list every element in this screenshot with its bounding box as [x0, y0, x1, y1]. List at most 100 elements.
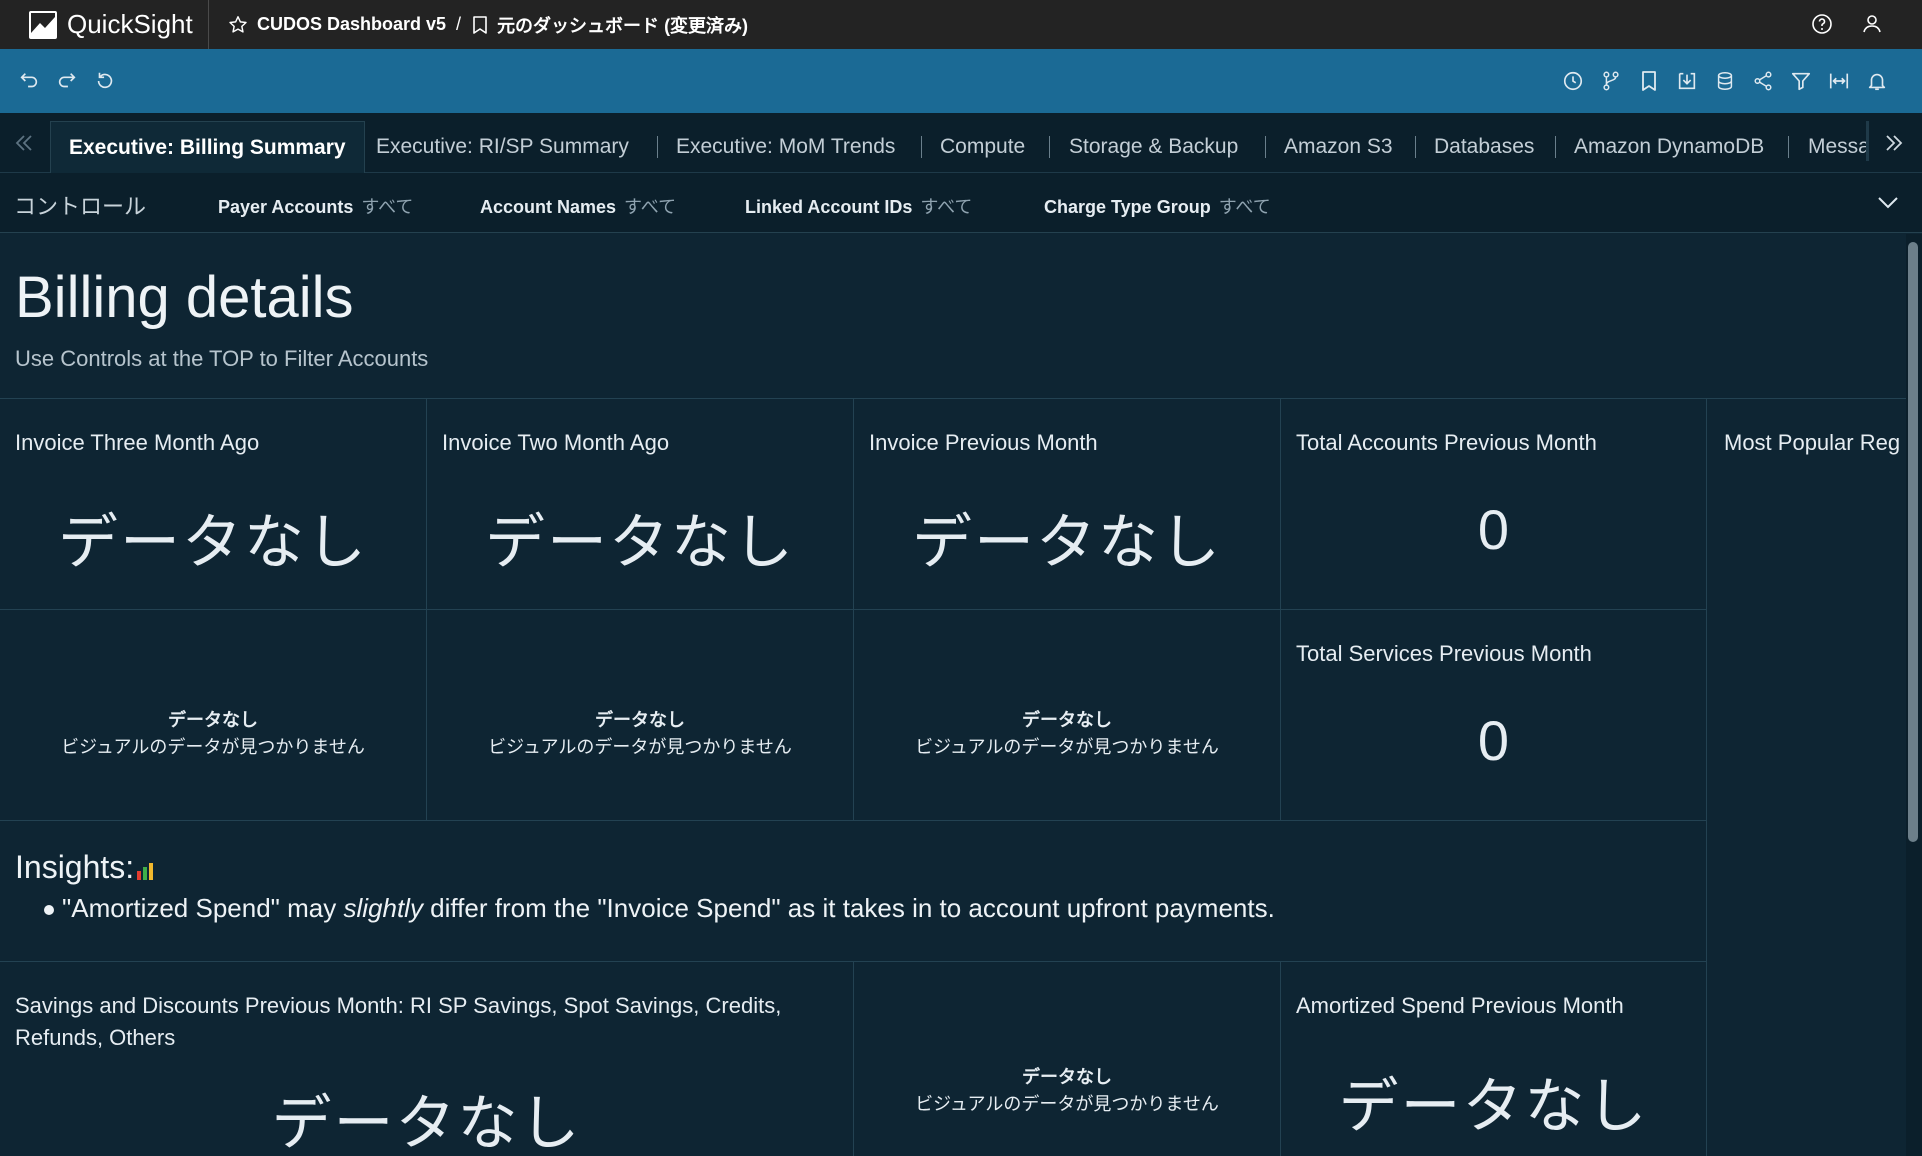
- breadcrumb: CUDOS Dashboard v5 / 元のダッシュボード (変更済み): [209, 12, 748, 38]
- user-icon[interactable]: [1860, 12, 1884, 36]
- kpi-value: 0: [1477, 709, 1510, 772]
- chart-invoice-two-month-ago[interactable]: データなし ビジュアルのデータが見つかりません: [427, 610, 854, 821]
- tab-compute[interactable]: Compute: [940, 121, 1025, 173]
- controls-bar: コントロール Payer Accounts すべて Account Names すべ…: [0, 173, 1922, 233]
- insights-emphasis: slightly: [343, 893, 423, 923]
- filter-icon[interactable]: [1790, 68, 1812, 94]
- kpi-value: データなし: [485, 509, 795, 576]
- tab-messaging[interactable]: Messa: [1808, 121, 1868, 173]
- no-data-text: ビジュアルのデータが見つかりません: [915, 1094, 1219, 1114]
- app-logo[interactable]: QuickSight: [0, 0, 209, 49]
- tab-amazon-s3[interactable]: Amazon S3: [1284, 121, 1393, 173]
- undo-icon[interactable]: [18, 68, 40, 94]
- tab-mom-trends[interactable]: Executive: MoM Trends: [676, 121, 895, 173]
- chart-savings-discounts[interactable]: データなし ビジュアルのデータが見つかりません: [854, 962, 1281, 1156]
- control-label: Account Names: [480, 197, 617, 217]
- top-bar: QuickSight CUDOS Dashboard v5 / 元のダッシュボー…: [0, 0, 1922, 49]
- page-subtitle: Use Controls at the TOP to Filter Accoun…: [15, 346, 429, 371]
- quicksight-logo-icon: [29, 10, 57, 39]
- control-payer-accounts[interactable]: Payer Accounts すべて: [218, 193, 413, 219]
- alert-bell-icon[interactable]: [1866, 68, 1888, 94]
- kpi-total-accounts[interactable]: Total Accounts Previous Month 0: [1281, 399, 1707, 610]
- kpi-total-services[interactable]: Total Services Previous Month 0: [1281, 610, 1707, 821]
- app-name: QuickSight: [67, 9, 193, 39]
- tabs-scroll-right-icon[interactable]: [1882, 131, 1906, 155]
- no-data-message: データなし ビジュアルのデータが見つかりません: [0, 707, 426, 761]
- tab-divider: [1415, 136, 1416, 158]
- sheet-tabs: Executive: Billing Summary Executive: RI…: [0, 113, 1922, 173]
- no-data-text: ビジュアルのデータが見つかりません: [488, 737, 792, 757]
- kpi-value: データなし: [271, 1090, 582, 1156]
- most-popular-regions-card[interactable]: Most Popular Reg: [1707, 399, 1906, 1156]
- no-data-title: データなし: [595, 710, 685, 730]
- control-value: すべて: [361, 197, 414, 217]
- card-title: Invoice Two Month Ago: [442, 430, 670, 455]
- share-icon[interactable]: [1752, 68, 1774, 94]
- vertical-scrollbar[interactable]: [1908, 242, 1918, 842]
- reset-icon[interactable]: [94, 68, 116, 94]
- insights-text-part2: differ from the "Invoice Spend" as it ta…: [422, 893, 1275, 923]
- tab-divider: [1788, 136, 1789, 158]
- sheet-name[interactable]: 元のダッシュボード (変更済み): [497, 12, 748, 38]
- bullet-dot: [44, 905, 54, 915]
- bar-chart-emoji-icon: [136, 851, 154, 888]
- breadcrumb-separator: /: [456, 14, 462, 34]
- chart-invoice-previous-month[interactable]: データなし ビジュアルのデータが見つかりません: [854, 610, 1281, 821]
- tab-databases[interactable]: Databases: [1434, 121, 1534, 173]
- kpi-value: データなし: [912, 509, 1222, 576]
- kpi-savings-discounts[interactable]: Savings and Discounts Previous Month: RI…: [0, 962, 854, 1156]
- tab-storage-backup[interactable]: Storage & Backup: [1069, 121, 1238, 173]
- download-icon[interactable]: [1676, 68, 1698, 94]
- kpi-invoice-two-month-ago[interactable]: Invoice Two Month Ago データなし: [427, 399, 854, 610]
- tab-divider: [657, 136, 658, 158]
- chevron-down-icon[interactable]: [1876, 193, 1900, 216]
- tab-billing-summary[interactable]: Executive: Billing Summary: [50, 121, 365, 173]
- tab-amazon-dynamodb[interactable]: Amazon DynamoDB: [1574, 121, 1764, 173]
- control-account-names[interactable]: Account Names すべて: [480, 193, 676, 219]
- fit-width-icon[interactable]: [1828, 68, 1850, 94]
- tab-overflow-edge: [1866, 121, 1869, 161]
- control-label: Charge Type Group: [1044, 197, 1211, 217]
- kpi-value: データなし: [1338, 1073, 1649, 1140]
- control-charge-type-group[interactable]: Charge Type Group すべて: [1044, 193, 1271, 219]
- controls-title[interactable]: コントロール: [14, 189, 146, 221]
- card-title: Invoice Previous Month: [869, 430, 1098, 455]
- control-label: Payer Accounts: [218, 197, 354, 217]
- tab-ri-sp-summary[interactable]: Executive: RI/SP Summary: [376, 121, 629, 173]
- tab-divider: [921, 136, 922, 158]
- kpi-invoice-three-month-ago[interactable]: Invoice Three Month Ago データなし: [0, 399, 427, 610]
- no-data-title: データなし: [1022, 710, 1112, 730]
- redo-icon[interactable]: [56, 68, 78, 94]
- no-data-message: データなし ビジュアルのデータが見つかりません: [427, 707, 853, 761]
- chart-invoice-three-month-ago[interactable]: データなし ビジュアルのデータが見つかりません: [0, 610, 427, 821]
- bookmark-icon: [471, 15, 489, 35]
- help-icon[interactable]: [1810, 12, 1834, 36]
- card-title: Amortized Spend Previous Month: [1296, 993, 1624, 1018]
- insights-title: Insights:: [15, 849, 154, 888]
- sheet-content: Billing details Use Controls at the TOP …: [0, 234, 1906, 1156]
- card-title: Total Services Previous Month: [1296, 641, 1592, 666]
- tabs-scroll-left-icon[interactable]: [12, 131, 36, 155]
- dashboard-name[interactable]: CUDOS Dashboard v5: [257, 14, 446, 35]
- card-title: Invoice Three Month Ago: [15, 430, 260, 455]
- insights-card[interactable]: Insights: "Amortized Spend" may slightly…: [0, 821, 1707, 962]
- kpi-value: データなし: [58, 509, 368, 576]
- card-title: Savings and Discounts Previous Month: RI…: [15, 993, 782, 1050]
- billing-header: Billing details Use Controls at the TOP …: [0, 234, 1906, 399]
- no-data-title: データなし: [168, 710, 258, 730]
- schedule-icon[interactable]: [1562, 68, 1584, 94]
- control-linked-account-ids[interactable]: Linked Account IDs すべて: [745, 193, 972, 219]
- star-icon[interactable]: [227, 14, 249, 36]
- kpi-value: 0: [1477, 498, 1510, 561]
- branch-icon[interactable]: [1600, 68, 1622, 94]
- insights-bullet: "Amortized Spend" may slightly differ fr…: [44, 893, 1275, 924]
- control-label: Linked Account IDs: [745, 197, 913, 217]
- kpi-invoice-previous-month[interactable]: Invoice Previous Month データなし: [854, 399, 1281, 610]
- dashboard-toolbar: [0, 49, 1922, 113]
- control-value: すべて: [920, 197, 973, 217]
- control-value: すべて: [1218, 197, 1271, 217]
- kpi-amortized-spend[interactable]: Amortized Spend Previous Month データなし: [1281, 962, 1707, 1156]
- bookmark-icon[interactable]: [1638, 68, 1660, 94]
- dataset-icon[interactable]: [1714, 68, 1736, 94]
- no-data-message: データなし ビジュアルのデータが見つかりません: [854, 707, 1280, 761]
